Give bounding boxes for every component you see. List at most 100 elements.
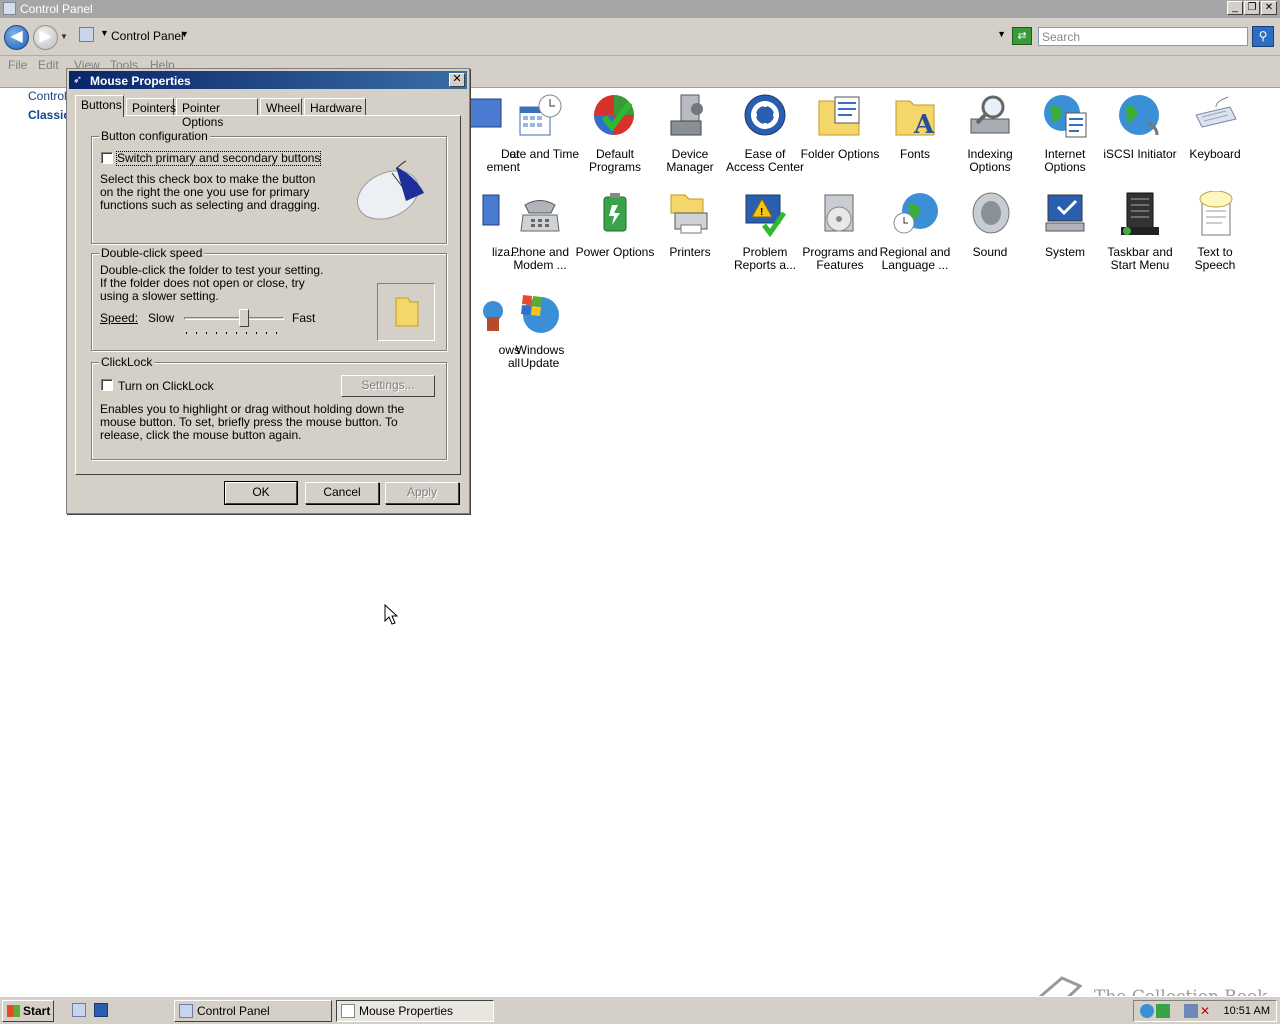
cp-item-phone-modem[interactable]: Phone and Modem ...: [500, 191, 580, 272]
group-title: Button configuration: [99, 129, 210, 143]
address-toolbar: ◀ ▶ ▼ ▼ Control Panel ▼ ▼ ⇄ Search ⚲: [0, 18, 1280, 56]
group-title: Double-click speed: [99, 246, 205, 260]
chevron-down-icon[interactable]: ▼: [100, 28, 109, 38]
search-icon[interactable]: ⚲: [1252, 26, 1274, 47]
default-programs-icon: [594, 95, 634, 135]
start-button[interactable]: Start: [2, 1000, 54, 1022]
dialog-close-button[interactable]: ✕: [449, 73, 465, 87]
minimize-button[interactable]: _: [1227, 1, 1243, 15]
start-label: Start: [23, 1004, 51, 1018]
taskbar-icon: [1121, 192, 1159, 235]
cp-item-regional-language[interactable]: Regional and Language ...: [875, 191, 955, 272]
cp-item-sound[interactable]: Sound: [950, 191, 1030, 259]
mouse-icon: [341, 1004, 355, 1018]
cp-item-fonts[interactable]: A Fonts: [875, 93, 955, 161]
refresh-button[interactable]: ⇄: [1012, 27, 1032, 45]
cp-item-keyboard[interactable]: Keyboard: [1175, 93, 1255, 161]
cp-item-problem-reports[interactable]: ! Problem Reports a...: [725, 191, 805, 272]
system-tray: ✕ 10:51 AM: [1133, 1000, 1277, 1022]
chevron-down-icon[interactable]: ▼: [180, 29, 189, 39]
cp-item-indexing-options[interactable]: Indexing Options: [950, 93, 1030, 174]
cp-item-ease-of-access[interactable]: Ease of Access Center: [725, 93, 805, 174]
security-icon[interactable]: [1156, 1004, 1170, 1018]
clock[interactable]: 10:51 AM: [1224, 1005, 1270, 1017]
dialog-title: Mouse Properties: [90, 74, 191, 88]
text-to-speech-icon: [1199, 190, 1233, 236]
tab-pointer-options[interactable]: Pointer Options: [176, 98, 258, 129]
programs-features-icon: [824, 194, 854, 232]
breadcrumb-control-panel[interactable]: Control Panel: [111, 29, 184, 43]
cp-item-programs-features[interactable]: Programs and Features: [800, 191, 880, 272]
cp-item-taskbar-start-menu[interactable]: Taskbar and Start Menu: [1100, 191, 1180, 272]
cancel-button[interactable]: Cancel: [305, 482, 379, 504]
folder-options-icon: [818, 96, 860, 136]
volume-muted-icon[interactable]: ✕: [1200, 1004, 1214, 1018]
clicklock-label[interactable]: Turn on ClickLock: [118, 380, 214, 393]
network-icon[interactable]: [1184, 1004, 1198, 1018]
device-manager-icon: [670, 94, 703, 136]
cp-item-default-programs[interactable]: Default Programs: [575, 93, 655, 174]
classic-view-link[interactable]: Classic: [28, 108, 70, 122]
tab-hardware[interactable]: Hardware: [304, 98, 366, 116]
keyboard-icon: [1195, 96, 1237, 128]
clicklock-checkbox[interactable]: [101, 379, 113, 391]
double-click-description: Double-click the folder to test your set…: [100, 263, 324, 303]
recent-pages-dropdown-icon[interactable]: ▼: [60, 32, 68, 41]
switch-buttons-checkbox[interactable]: [101, 152, 113, 164]
cp-item-text-to-speech[interactable]: Text to Speech: [1175, 190, 1255, 272]
forward-button[interactable]: ▶: [33, 25, 58, 50]
control-panel-home-link[interactable]: Control: [28, 89, 67, 103]
cp-item-printers[interactable]: Printers: [650, 191, 730, 259]
test-folder-area[interactable]: [377, 283, 435, 341]
mouse-icon: [357, 160, 424, 220]
network-globe-icon[interactable]: [1140, 1004, 1154, 1018]
indexing-options-icon: [970, 95, 1010, 134]
cp-item-windows-update[interactable]: Windows Update: [500, 289, 580, 370]
address-box[interactable]: ▼ Control Panel ▼ ▼: [76, 26, 1006, 46]
control-panel-icon: [79, 27, 94, 42]
menu-file[interactable]: File: [8, 58, 27, 72]
menu-edit[interactable]: Edit: [38, 58, 59, 72]
phone-modem-icon: [520, 200, 560, 232]
apply-button[interactable]: Apply: [385, 482, 459, 504]
cp-item-iscsi-initiator[interactable]: iSCSI Initiator: [1100, 93, 1180, 161]
cp-item-device-manager[interactable]: Device Manager: [650, 93, 730, 174]
quicklaunch-show-desktop-icon[interactable]: [94, 1003, 108, 1017]
speed-slider-thumb[interactable]: [239, 309, 249, 327]
tab-wheel[interactable]: Wheel: [260, 98, 302, 116]
back-button[interactable]: ◀: [4, 25, 29, 50]
cp-item-date-time[interactable]: Date and Time: [500, 93, 580, 161]
taskbar-item-mouse-properties[interactable]: Mouse Properties: [336, 1000, 494, 1022]
clicklock-settings-button[interactable]: Settings...: [341, 375, 435, 397]
tab-pointers[interactable]: Pointers: [126, 98, 176, 116]
clicklock-group: ClickLock Turn on ClickLock Settings... …: [91, 355, 447, 460]
switch-buttons-label[interactable]: Switch primary and secondary buttons: [115, 151, 322, 166]
group-title: ClickLock: [99, 355, 155, 369]
maximize-button[interactable]: ❐: [1244, 1, 1260, 15]
speaker-icon: [972, 192, 1010, 234]
buttons-tab-panel: Button configuration Switch primary and …: [75, 115, 461, 475]
quicklaunch-server-manager-icon[interactable]: [72, 1003, 86, 1017]
speed-slider-track[interactable]: [184, 317, 284, 320]
address-dropdown-icon[interactable]: ▼: [997, 29, 1006, 39]
cp-item-folder-options[interactable]: Folder Options: [800, 93, 880, 161]
mouse-icon: ➶: [73, 74, 83, 86]
task-label: Control Panel: [197, 1004, 270, 1018]
regional-language-icon: [893, 193, 938, 234]
search-input[interactable]: Search: [1038, 27, 1248, 46]
dialog-titlebar: ➶ Mouse Properties ✕: [69, 71, 467, 89]
close-button[interactable]: ✕: [1261, 1, 1277, 15]
cp-item-internet-options[interactable]: Internet Options: [1025, 93, 1105, 174]
mouse-cursor-icon: [384, 604, 398, 625]
cp-item-system[interactable]: System: [1025, 191, 1105, 259]
problem-reports-icon: !: [745, 194, 787, 238]
tab-buttons[interactable]: Buttons: [75, 95, 124, 117]
windows-update-icon: [521, 295, 559, 333]
speed-label: Speed:: [100, 311, 139, 325]
power-options-icon: [603, 193, 627, 232]
ease-of-access-icon: [744, 94, 786, 136]
taskbar-item-control-panel[interactable]: Control Panel: [174, 1000, 332, 1022]
ok-button[interactable]: OK: [224, 481, 298, 505]
button-configuration-group: Button configuration Switch primary and …: [91, 129, 447, 244]
cp-item-power-options[interactable]: Power Options: [575, 191, 655, 259]
